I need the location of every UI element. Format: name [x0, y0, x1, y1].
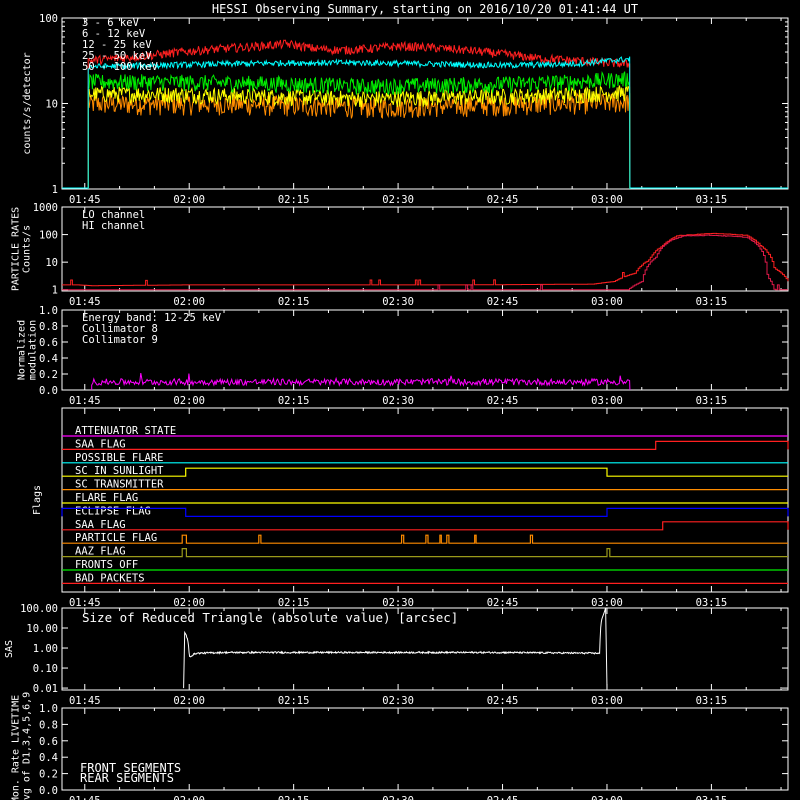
- count-rates-ytick-label: 100: [39, 13, 58, 25]
- livetime-legend-1: REAR SEGMENTS: [80, 771, 174, 785]
- particle-rates-xtick-label: 03:00: [591, 296, 623, 308]
- particle-rates-ytick-label: 1: [52, 285, 58, 297]
- count-rates-xtick-label: 02:15: [278, 194, 310, 206]
- particle-rates-xtick-label: 01:45: [69, 296, 101, 308]
- sas-xtick-label: 01:45: [69, 695, 101, 707]
- modulation-xtick-label: 03:00: [591, 395, 623, 407]
- particle-rates-ylabel-line: PARTICLE RATES: [11, 207, 22, 291]
- flags-label-1: SAA FLAG: [75, 438, 126, 450]
- particle-rates-xtick-label: 02:15: [278, 296, 310, 308]
- particle-rates-xtick-label: 03:15: [696, 296, 728, 308]
- count-rates-xtick-label: 02:30: [382, 194, 414, 206]
- flags-label-8: PARTICLE FLAG: [75, 532, 157, 544]
- particle-rates-ytick-label: 10: [45, 257, 58, 269]
- sas-legend-0: Size of Reduced Triangle (absolute value…: [82, 610, 458, 625]
- sas-xtick-label: 02:15: [278, 695, 310, 707]
- livetime-ylabel-line: Mon. Rate LIVETIME: [11, 695, 22, 800]
- chart-title: HESSI Observing Summary, starting on 201…: [212, 2, 638, 16]
- sas-ylabel-line: SAS: [4, 640, 15, 658]
- sas-xtick-label: 02:45: [487, 695, 519, 707]
- count-rates-ylabel: counts/s/detector: [22, 52, 33, 154]
- flags-label-3: SC IN SUNLIGHT: [75, 465, 164, 477]
- sas-ylabel: SAS: [4, 640, 15, 658]
- particle-rates-xtick-label: 02:00: [173, 296, 205, 308]
- modulation-xtick-label: 03:15: [696, 395, 728, 407]
- sas-xtick-label: 03:15: [696, 695, 728, 707]
- sas-xtick-label: 03:00: [591, 695, 623, 707]
- modulation-ytick-label: 0.6: [39, 337, 58, 349]
- livetime-xtick-label: 02:30: [382, 795, 414, 800]
- particle-rates-ylabel-line: Counts/s: [22, 225, 33, 273]
- livetime-xtick-label: 02:15: [278, 795, 310, 800]
- livetime-xtick-label: 02:45: [487, 795, 519, 800]
- livetime-xtick-label: 03:00: [591, 795, 623, 800]
- count-rates-ytick-label: 10: [45, 99, 58, 111]
- count-rates-xtick-label: 03:15: [696, 194, 728, 206]
- flags-xtick-label: 03:15: [696, 597, 728, 609]
- modulation-ytick-label: 0.4: [39, 353, 58, 365]
- particle-rates-legend-1: HI channel: [82, 220, 145, 232]
- particle-rates-ytick-label: 100: [39, 230, 58, 242]
- modulation-xtick-label: 02:00: [173, 395, 205, 407]
- livetime-ylabel: Mon. Rate LIVETIME avg of D1,3,4,5,6,9: [11, 692, 33, 800]
- livetime-ytick-label: 0.8: [39, 719, 58, 731]
- flags-ylabel-line: Flags: [32, 485, 43, 515]
- particle-rates-ytick-label: 1000: [33, 202, 58, 214]
- flags-label-5: FLARE FLAG: [75, 492, 138, 504]
- livetime-ytick-label: 0.2: [39, 769, 58, 781]
- flags-label-7: SAA FLAG: [75, 519, 126, 531]
- count-rates-xtick-label: 03:00: [591, 194, 623, 206]
- livetime-xtick-label: 01:45: [69, 795, 101, 800]
- livetime-ytick-label: 0.4: [39, 752, 58, 764]
- hessi-summary-chart: HESSI Observing Summary, starting on 201…: [0, 0, 800, 800]
- count-rates-ytick-label: 1: [52, 184, 58, 196]
- count-rates-legend-4: 50 - 100 keV: [82, 61, 159, 73]
- flags-label-6: ECLIPSE FLAG: [75, 505, 151, 517]
- livetime-ytick-label: 0.0: [39, 785, 58, 797]
- modulation-ytick-label: 0.2: [39, 369, 58, 381]
- flags-xtick-label: 03:00: [591, 597, 623, 609]
- sas-ytick-label: 10.00: [26, 623, 58, 635]
- flags-label-0: ATTENUATOR STATE: [75, 425, 176, 437]
- sas-xtick-label: 02:30: [382, 695, 414, 707]
- modulation-xtick-label: 02:45: [487, 395, 519, 407]
- flags-label-11: BAD PACKETS: [75, 572, 145, 584]
- sas-xtick-label: 02:00: [173, 695, 205, 707]
- modulation-xtick-label: 01:45: [69, 395, 101, 407]
- flags-ylabel: Flags: [32, 485, 43, 515]
- count-rates-xtick-label: 02:45: [487, 194, 519, 206]
- livetime-xtick-label: 02:00: [173, 795, 205, 800]
- particle-rates-xtick-label: 02:45: [487, 296, 519, 308]
- flags-xtick-label: 02:45: [487, 597, 519, 609]
- sas-ytick-label: 100.00: [20, 603, 58, 615]
- count-rates-xtick-label: 02:00: [173, 194, 205, 206]
- sas-ytick-label: 0.10: [33, 663, 58, 675]
- flags-xtick-label: 02:15: [278, 597, 310, 609]
- flags-label-10: FRONTS OFF: [75, 559, 138, 571]
- flags-label-9: AAZ FLAG: [75, 546, 126, 558]
- flags-xtick-label: 02:30: [382, 597, 414, 609]
- modulation-ytick-label: 0.0: [39, 385, 58, 397]
- modulation-ylabel: Normalized modulation: [17, 320, 39, 380]
- livetime-ylabel-line: avg of D1,3,4,5,6,9: [22, 692, 33, 800]
- livetime-ytick-label: 1.0: [39, 703, 58, 715]
- modulation-xtick-label: 02:30: [382, 395, 414, 407]
- particle-rates-xtick-label: 02:30: [382, 296, 414, 308]
- modulation-ylabel-line: modulation: [28, 320, 39, 380]
- modulation-legend-1: Collimator 9: [82, 334, 158, 346]
- flags-xtick-label: 02:00: [173, 597, 205, 609]
- flags-label-2: POSSIBLE FLARE: [75, 452, 164, 464]
- count-rates-ylabel-line: counts/s/detector: [22, 52, 33, 154]
- modulation-xtick-label: 02:15: [278, 395, 310, 407]
- sas-ytick-label: 0.01: [33, 683, 58, 695]
- flags-label-4: SC TRANSMITTER: [75, 479, 164, 491]
- sas-ytick-label: 1.00: [33, 643, 58, 655]
- flags-xtick-label: 01:45: [69, 597, 101, 609]
- livetime-ytick-label: 0.6: [39, 736, 58, 748]
- livetime-xtick-label: 03:15: [696, 795, 728, 800]
- count-rates-xtick-label: 01:45: [69, 194, 101, 206]
- modulation-ytick-label: 0.8: [39, 321, 58, 333]
- modulation-ylabel-line: Normalized: [17, 320, 28, 380]
- modulation-ytick-label: 1.0: [39, 305, 58, 317]
